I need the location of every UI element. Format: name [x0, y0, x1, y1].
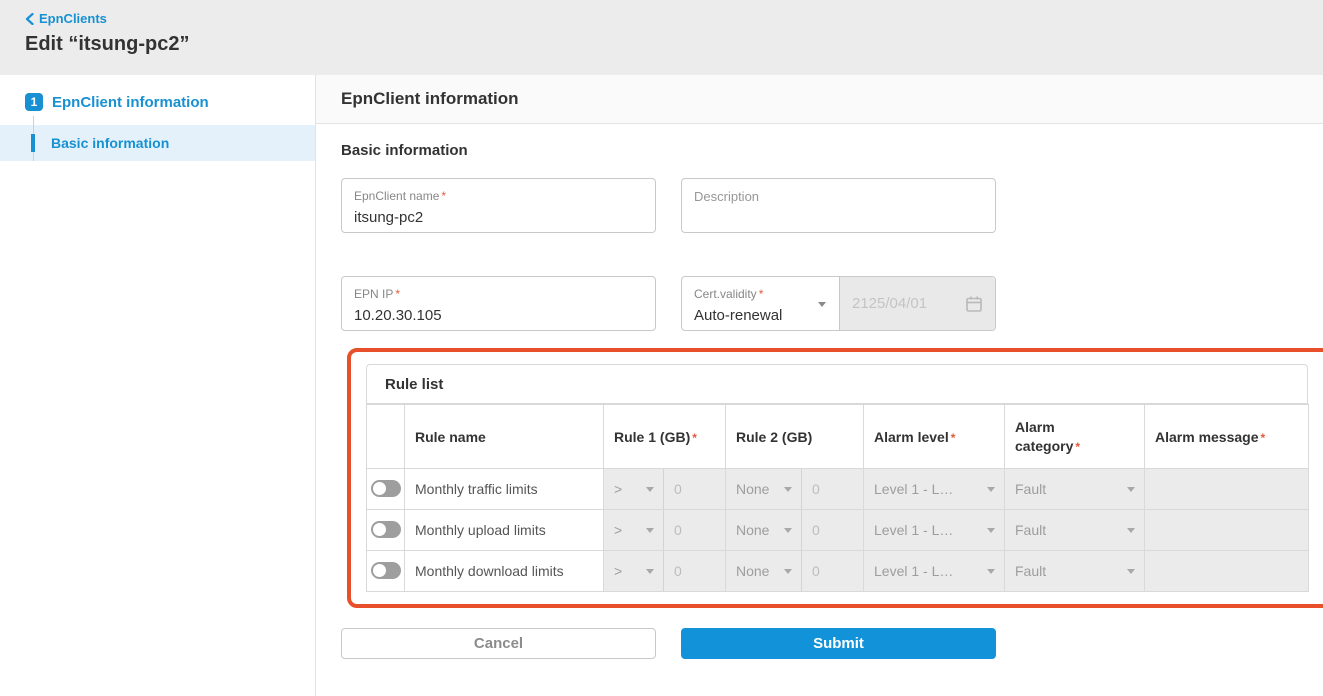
epn-ip-value: 10.20.30.105: [354, 307, 643, 324]
cert-validity-select[interactable]: Cert.validity* Auto-renewal: [682, 277, 839, 330]
panel-title: EpnClient information: [316, 75, 1323, 124]
table-row-monthly-upload: Monthly upload limits > 0 None 0 Level 1…: [367, 510, 1309, 551]
toggle-knob: [373, 523, 386, 536]
step-label: EpnClient information: [52, 94, 209, 111]
rule-name-cell: Monthly traffic limits: [405, 469, 604, 510]
step-number-badge: 1: [25, 93, 43, 111]
rule2-operator-select[interactable]: None: [726, 510, 801, 550]
alarm-level-select[interactable]: Level 1 - L…: [864, 510, 1004, 550]
required-mark: *: [759, 287, 764, 301]
table-header-row: Rule name Rule 1 (GB)* Rule 2 (GB) Alarm…: [367, 405, 1309, 469]
submit-button[interactable]: Submit: [681, 628, 996, 659]
chevron-down-icon: [987, 487, 995, 492]
column-alarm-message: Alarm message*: [1145, 405, 1309, 469]
alarm-category-select[interactable]: Fault: [1005, 469, 1144, 509]
cancel-button[interactable]: Cancel: [341, 628, 656, 659]
chevron-down-icon: [818, 302, 826, 307]
cert-validity-label: Cert.validity: [694, 287, 757, 301]
required-mark: *: [692, 431, 697, 445]
chevron-down-icon: [784, 528, 792, 533]
alarm-level-select[interactable]: Level 1 - L…: [864, 551, 1004, 591]
cert-date-value: 2125/04/01: [852, 295, 927, 312]
description-placeholder: Description: [694, 189, 983, 204]
rule1-value-input[interactable]: 0: [663, 510, 725, 550]
rule2-value-input[interactable]: 0: [801, 551, 863, 591]
back-link[interactable]: EpnClients: [25, 11, 107, 26]
toggle-knob: [373, 564, 386, 577]
chevron-down-icon: [784, 569, 792, 574]
rule1-operator-select[interactable]: >: [604, 551, 663, 591]
rule2-operator-select[interactable]: None: [726, 469, 801, 509]
main-panel: EpnClient information Basic information …: [316, 75, 1323, 696]
required-mark: *: [1261, 431, 1266, 445]
chevron-down-icon: [784, 487, 792, 492]
chevron-down-icon: [987, 528, 995, 533]
column-toggle: [367, 405, 405, 469]
section-title: Basic information: [341, 142, 1323, 159]
rule-name-cell: Monthly upload limits: [405, 510, 604, 551]
epn-ip-field[interactable]: EPN IP* 10.20.30.105: [341, 276, 656, 331]
required-mark: *: [1075, 440, 1080, 454]
chevron-down-icon: [987, 569, 995, 574]
calendar-icon: [965, 295, 983, 313]
toggle-switch[interactable]: [371, 521, 401, 538]
page-header: EpnClients Edit “itsung-pc2”: [0, 0, 1323, 75]
rule2-value-input[interactable]: 0: [801, 510, 863, 550]
toggle-knob: [373, 482, 386, 495]
rule1-operator-select[interactable]: >: [604, 469, 663, 509]
column-rule-name: Rule name: [405, 405, 604, 469]
alarm-category-select[interactable]: Fault: [1005, 551, 1144, 591]
epnclient-name-label: EpnClient name: [354, 189, 439, 203]
alarm-message-input[interactable]: [1145, 469, 1308, 509]
rule-name-cell: Monthly download limits: [405, 551, 604, 592]
alarm-category-select[interactable]: Fault: [1005, 510, 1144, 550]
column-alarm-level: Alarm level*: [864, 405, 1005, 469]
rule-list-title: Rule list: [366, 364, 1308, 404]
epn-ip-label: EPN IP: [354, 287, 393, 301]
back-link-label: EpnClients: [39, 11, 107, 26]
table-row-monthly-download: Monthly download limits > 0 None 0 Level…: [367, 551, 1309, 592]
stepper-sidebar: 1 EpnClient information Basic informatio…: [0, 75, 316, 696]
rule1-value-input[interactable]: 0: [663, 469, 725, 509]
rule2-value-input[interactable]: 0: [801, 469, 863, 509]
epnclient-name-value: itsung-pc2: [354, 209, 643, 226]
alarm-level-select[interactable]: Level 1 - L…: [864, 469, 1004, 509]
active-indicator-bar: [31, 134, 35, 152]
required-mark: *: [951, 431, 956, 445]
toggle-switch[interactable]: [371, 562, 401, 579]
required-mark: *: [441, 189, 446, 203]
column-rule1: Rule 1 (GB)*: [604, 405, 726, 469]
rule1-operator-select[interactable]: >: [604, 510, 663, 550]
sidebar-item-basic-information[interactable]: Basic information: [0, 125, 315, 161]
column-alarm-category: Alarm category*: [1005, 405, 1145, 469]
chevron-left-icon: [25, 13, 34, 25]
toggle-switch[interactable]: [371, 480, 401, 497]
cert-validity-field: Cert.validity* Auto-renewal 2125/04/01: [681, 276, 996, 331]
chevron-down-icon: [1127, 487, 1135, 492]
annotation-highlight-box: Rule list Rule name Rule 1 (GB)* Rule 2 …: [347, 348, 1323, 608]
cert-date-input[interactable]: 2125/04/01: [839, 277, 995, 330]
chevron-down-icon: [646, 528, 654, 533]
chevron-down-icon: [646, 487, 654, 492]
rule1-value-input[interactable]: 0: [663, 551, 725, 591]
alarm-message-input[interactable]: [1145, 551, 1308, 591]
chevron-down-icon: [1127, 569, 1135, 574]
description-field[interactable]: Description: [681, 178, 996, 233]
sub-item-label: Basic information: [51, 135, 169, 151]
cert-validity-value: Auto-renewal: [694, 307, 839, 324]
column-rule2: Rule 2 (GB): [726, 405, 864, 469]
epnclient-name-field[interactable]: EpnClient name* itsung-pc2: [341, 178, 656, 233]
rule2-operator-select[interactable]: None: [726, 551, 801, 591]
sidebar-item-epnclient-information[interactable]: 1 EpnClient information: [0, 88, 315, 116]
alarm-message-input[interactable]: [1145, 510, 1308, 550]
chevron-down-icon: [646, 569, 654, 574]
chevron-down-icon: [1127, 528, 1135, 533]
page-title: Edit “itsung-pc2”: [25, 33, 1323, 56]
table-row-monthly-traffic: Monthly traffic limits > 0 None 0 Level …: [367, 469, 1309, 510]
required-mark: *: [395, 287, 400, 301]
rule-list-table: Rule name Rule 1 (GB)* Rule 2 (GB) Alarm…: [366, 404, 1309, 592]
